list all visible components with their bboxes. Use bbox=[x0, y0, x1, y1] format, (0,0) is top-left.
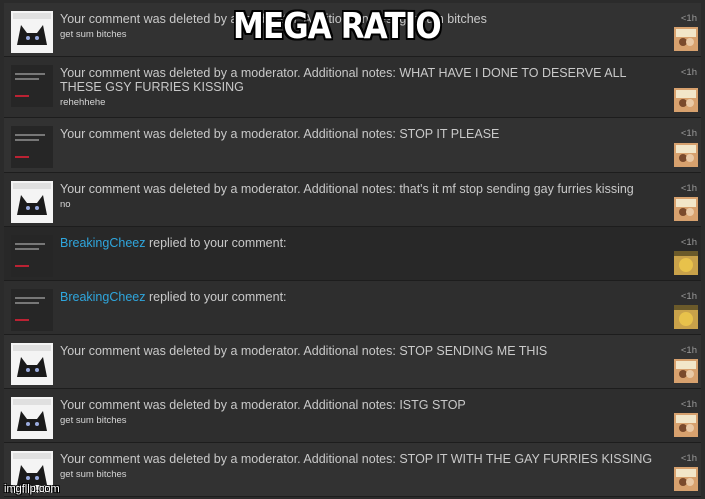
notification-message[interactable]: Your comment was deleted by a moderator.… bbox=[60, 127, 660, 141]
notification-note: rehehhehe bbox=[60, 97, 106, 108]
timestamp: <1h bbox=[680, 13, 697, 24]
notification-note: no bbox=[60, 199, 71, 210]
timestamp: <1h bbox=[680, 67, 697, 78]
moderator-avatar[interactable] bbox=[674, 197, 698, 221]
notification-row[interactable]: Your comment was deleted by a moderator.… bbox=[4, 443, 701, 497]
moderator-avatar[interactable] bbox=[674, 88, 698, 112]
comment-thumbnail[interactable] bbox=[11, 235, 53, 277]
meme-thumbnail[interactable] bbox=[11, 11, 53, 53]
user-avatar[interactable] bbox=[674, 305, 698, 329]
comment-thumbnail[interactable] bbox=[11, 65, 53, 107]
timestamp: <1h bbox=[680, 399, 697, 410]
moderator-avatar[interactable] bbox=[674, 359, 698, 383]
moderator-avatar[interactable] bbox=[674, 27, 698, 51]
timestamp: <1h bbox=[680, 183, 697, 194]
notification-message[interactable]: Your comment was deleted by a moderator.… bbox=[60, 66, 660, 94]
notification-row[interactable]: Your comment was deleted by a moderator.… bbox=[4, 173, 701, 227]
notification-feed: Your comment was deleted by a moderator.… bbox=[0, 0, 705, 499]
timestamp: <1h bbox=[680, 237, 697, 248]
meme-caption: MEGA RATIO bbox=[233, 6, 442, 47]
notification-message[interactable]: Your comment was deleted by a moderator.… bbox=[60, 182, 660, 196]
timestamp: <1h bbox=[680, 453, 697, 464]
moderator-avatar[interactable] bbox=[674, 467, 698, 491]
notification-note: get sum bitches bbox=[60, 469, 127, 480]
timestamp: <1h bbox=[680, 291, 697, 302]
notification-note: get sum bitches bbox=[60, 29, 127, 40]
notification-row[interactable]: BreakingCheez replied to your comment: <… bbox=[4, 281, 701, 335]
comment-thumbnail[interactable] bbox=[11, 126, 53, 168]
watermark: imgflip.com bbox=[4, 483, 60, 495]
username-link[interactable]: BreakingCheez bbox=[60, 290, 145, 304]
notification-row[interactable]: Your comment was deleted by a moderator.… bbox=[4, 335, 701, 389]
reply-text: replied to your comment: bbox=[148, 236, 287, 250]
notification-message[interactable]: BreakingCheez replied to your comment: bbox=[60, 290, 660, 304]
timestamp: <1h bbox=[680, 345, 697, 356]
timestamp: <1h bbox=[680, 128, 697, 139]
notification-message[interactable]: Your comment was deleted by a moderator.… bbox=[60, 344, 660, 358]
moderator-avatar[interactable] bbox=[674, 413, 698, 437]
notification-message[interactable]: Your comment was deleted by a moderator.… bbox=[60, 452, 660, 466]
comment-thumbnail[interactable] bbox=[11, 289, 53, 331]
notification-row[interactable]: Your comment was deleted by a moderator.… bbox=[4, 57, 701, 118]
meme-thumbnail[interactable] bbox=[11, 181, 53, 223]
notification-row[interactable]: Your comment was deleted by a moderator.… bbox=[4, 118, 701, 173]
moderator-avatar[interactable] bbox=[674, 143, 698, 167]
meme-thumbnail[interactable] bbox=[11, 397, 53, 439]
notification-row[interactable]: BreakingCheez replied to your comment: <… bbox=[4, 227, 701, 281]
user-avatar[interactable] bbox=[674, 251, 698, 275]
notification-message[interactable]: BreakingCheez replied to your comment: bbox=[60, 236, 660, 250]
notification-note: get sum bitches bbox=[60, 415, 127, 426]
notification-row[interactable]: Your comment was deleted by a moderator.… bbox=[4, 389, 701, 443]
reply-text: replied to your comment: bbox=[148, 290, 287, 304]
meme-thumbnail[interactable] bbox=[11, 343, 53, 385]
username-link[interactable]: BreakingCheez bbox=[60, 236, 145, 250]
notification-message[interactable]: Your comment was deleted by a moderator.… bbox=[60, 398, 660, 412]
